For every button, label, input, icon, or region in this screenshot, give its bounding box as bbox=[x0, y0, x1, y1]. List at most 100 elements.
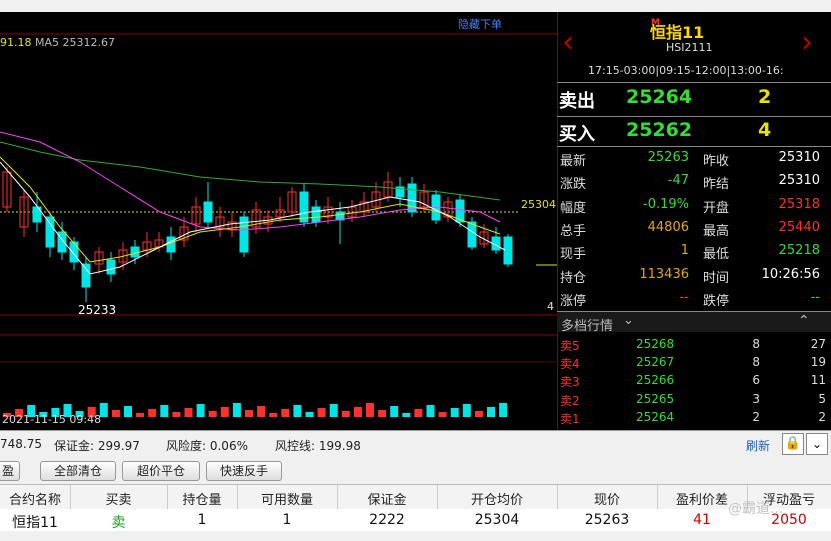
volume-bar bbox=[232, 403, 241, 417]
depth-price[interactable]: 25265 bbox=[636, 392, 674, 406]
quote-value: 25318 bbox=[778, 196, 820, 212]
column-header[interactable]: 可用数量 bbox=[237, 489, 337, 508]
depth-total: 2 bbox=[818, 409, 826, 424]
column-divider bbox=[70, 485, 71, 509]
column-header[interactable]: 开仓均价 bbox=[437, 489, 557, 508]
cursor-date-label: 2021-11-15 09:48 bbox=[2, 413, 102, 426]
sell-price[interactable]: 25264 bbox=[626, 86, 692, 108]
volume-bar bbox=[317, 408, 326, 417]
depth-level-label: 卖3 bbox=[560, 375, 580, 390]
depth-total: 27 bbox=[810, 337, 826, 351]
table-cell: 1 bbox=[282, 512, 292, 528]
low-price-label: 25233 bbox=[78, 303, 117, 317]
table-cell: 卖 bbox=[111, 515, 126, 531]
chevron-double-down-icon[interactable]: ⌄ bbox=[623, 313, 634, 328]
depth-level-label: 卖5 bbox=[560, 339, 580, 353]
divider bbox=[557, 116, 831, 117]
quote-value: 25218 bbox=[778, 243, 820, 259]
depth-price[interactable]: 25266 bbox=[636, 373, 674, 387]
volume-bar bbox=[341, 411, 350, 417]
volume-bar bbox=[378, 410, 387, 417]
candle-body bbox=[57, 231, 67, 253]
volume-bar bbox=[462, 404, 471, 417]
depth-volume: 8 bbox=[752, 337, 760, 351]
quote-label: 最高 bbox=[703, 223, 730, 239]
column-divider bbox=[437, 485, 438, 509]
balance-value: 748.75 bbox=[0, 437, 42, 451]
tab-profit-partial[interactable]: 盈 bbox=[0, 461, 20, 481]
volume-bar bbox=[111, 410, 120, 417]
column-header[interactable]: 持仓量 bbox=[167, 489, 237, 508]
lock-icon[interactable]: 🔒 bbox=[782, 433, 804, 455]
column-header[interactable]: 买卖 bbox=[70, 489, 167, 508]
prev-instrument-arrow-icon[interactable]: ‹ bbox=[562, 28, 574, 58]
quote-label: 幅度 bbox=[560, 200, 587, 216]
table-row[interactable]: 恒指11 卖 1 1 2222 25304 25263 41 2050 bbox=[0, 509, 831, 532]
quote-label: 总手 bbox=[560, 223, 587, 239]
depth-price[interactable]: 25264 bbox=[636, 410, 674, 424]
candle-body bbox=[311, 206, 321, 223]
candle-body bbox=[106, 259, 116, 275]
quote-value: 25440 bbox=[778, 219, 820, 235]
over-price-close-button[interactable]: 超价平仓 bbox=[122, 461, 200, 481]
volume-bar bbox=[269, 413, 278, 417]
volume-bar bbox=[402, 413, 411, 417]
column-divider bbox=[557, 485, 558, 509]
table-cell: 2222 bbox=[369, 512, 405, 528]
table-cell: 恒指11 bbox=[12, 515, 58, 531]
column-header[interactable]: 现价 bbox=[557, 489, 657, 508]
quote-value: 25310 bbox=[778, 150, 820, 165]
divider bbox=[557, 146, 831, 147]
depth-volume: 8 bbox=[752, 355, 760, 370]
buy-price[interactable]: 25262 bbox=[626, 119, 692, 141]
depth-title: 多档行情 bbox=[561, 319, 614, 334]
depth-price[interactable]: 25268 bbox=[636, 337, 674, 351]
volume-bar bbox=[487, 407, 495, 417]
sell-label: 卖出 bbox=[559, 91, 595, 112]
account-bar: 748.75 保证金: 299.97 风险度: 0.06% 风控线: 199.9… bbox=[0, 430, 831, 459]
depth-level-label: 卖1 bbox=[560, 411, 580, 426]
column-header[interactable]: 保证金 bbox=[337, 489, 437, 508]
volume-bar bbox=[124, 406, 132, 417]
column-divider bbox=[337, 485, 338, 509]
close-all-button[interactable]: 全部清仓 bbox=[40, 461, 116, 481]
quote-label: 涨停 bbox=[560, 293, 587, 309]
candlestick-chart[interactable] bbox=[0, 12, 557, 430]
volume-bar bbox=[414, 409, 423, 417]
refresh-link[interactable]: 刷新 bbox=[746, 437, 770, 454]
quote-value: 25310 bbox=[778, 173, 820, 189]
quote-label: 时间 bbox=[703, 270, 730, 286]
buy-label: 买入 bbox=[559, 124, 595, 145]
volume-bar bbox=[220, 407, 229, 417]
ma-legend: 91.18 MA5 25312.67 bbox=[0, 36, 115, 49]
volume-bar bbox=[474, 411, 483, 417]
candle-body bbox=[130, 246, 140, 258]
next-instrument-arrow-icon[interactable]: › bbox=[801, 28, 813, 58]
hide-order-link[interactable]: 隐藏下单 bbox=[458, 16, 502, 32]
volume-bar bbox=[390, 406, 399, 417]
dropdown-chevron-icon[interactable]: ⌄ bbox=[806, 433, 828, 455]
table-cell: 25304 bbox=[474, 512, 520, 528]
bottom-strip bbox=[0, 531, 831, 541]
action-bar: 盈 全部清仓 超价平仓 快速反手 bbox=[0, 458, 831, 484]
depth-volume: 3 bbox=[752, 391, 760, 406]
volume-bar bbox=[245, 410, 253, 417]
instrument-name: 恒指11 bbox=[650, 23, 705, 42]
quote-label: 跌停 bbox=[703, 293, 730, 309]
control-line-label: 风控线: 199.98 bbox=[275, 439, 361, 453]
quote-label: 开盘 bbox=[703, 200, 730, 216]
collapse-up-icon[interactable]: ⌃ bbox=[798, 313, 810, 329]
volume-bar bbox=[172, 412, 181, 417]
column-header[interactable]: 合约名称 bbox=[0, 489, 70, 508]
volume-bar bbox=[329, 404, 338, 417]
quote-value: -- bbox=[679, 289, 689, 305]
candle-body bbox=[69, 241, 79, 263]
quote-value: -47 bbox=[667, 173, 689, 189]
ma5-label: MA5 25312.67 bbox=[35, 36, 115, 49]
depth-price[interactable]: 25267 bbox=[636, 355, 674, 369]
fast-reverse-button[interactable]: 快速反手 bbox=[206, 461, 282, 481]
table-cell: 25263 bbox=[584, 512, 630, 528]
instrument-code: HSI2111 bbox=[666, 41, 713, 54]
depth-total: 19 bbox=[810, 355, 826, 370]
quote-label: 涨跌 bbox=[560, 177, 587, 193]
